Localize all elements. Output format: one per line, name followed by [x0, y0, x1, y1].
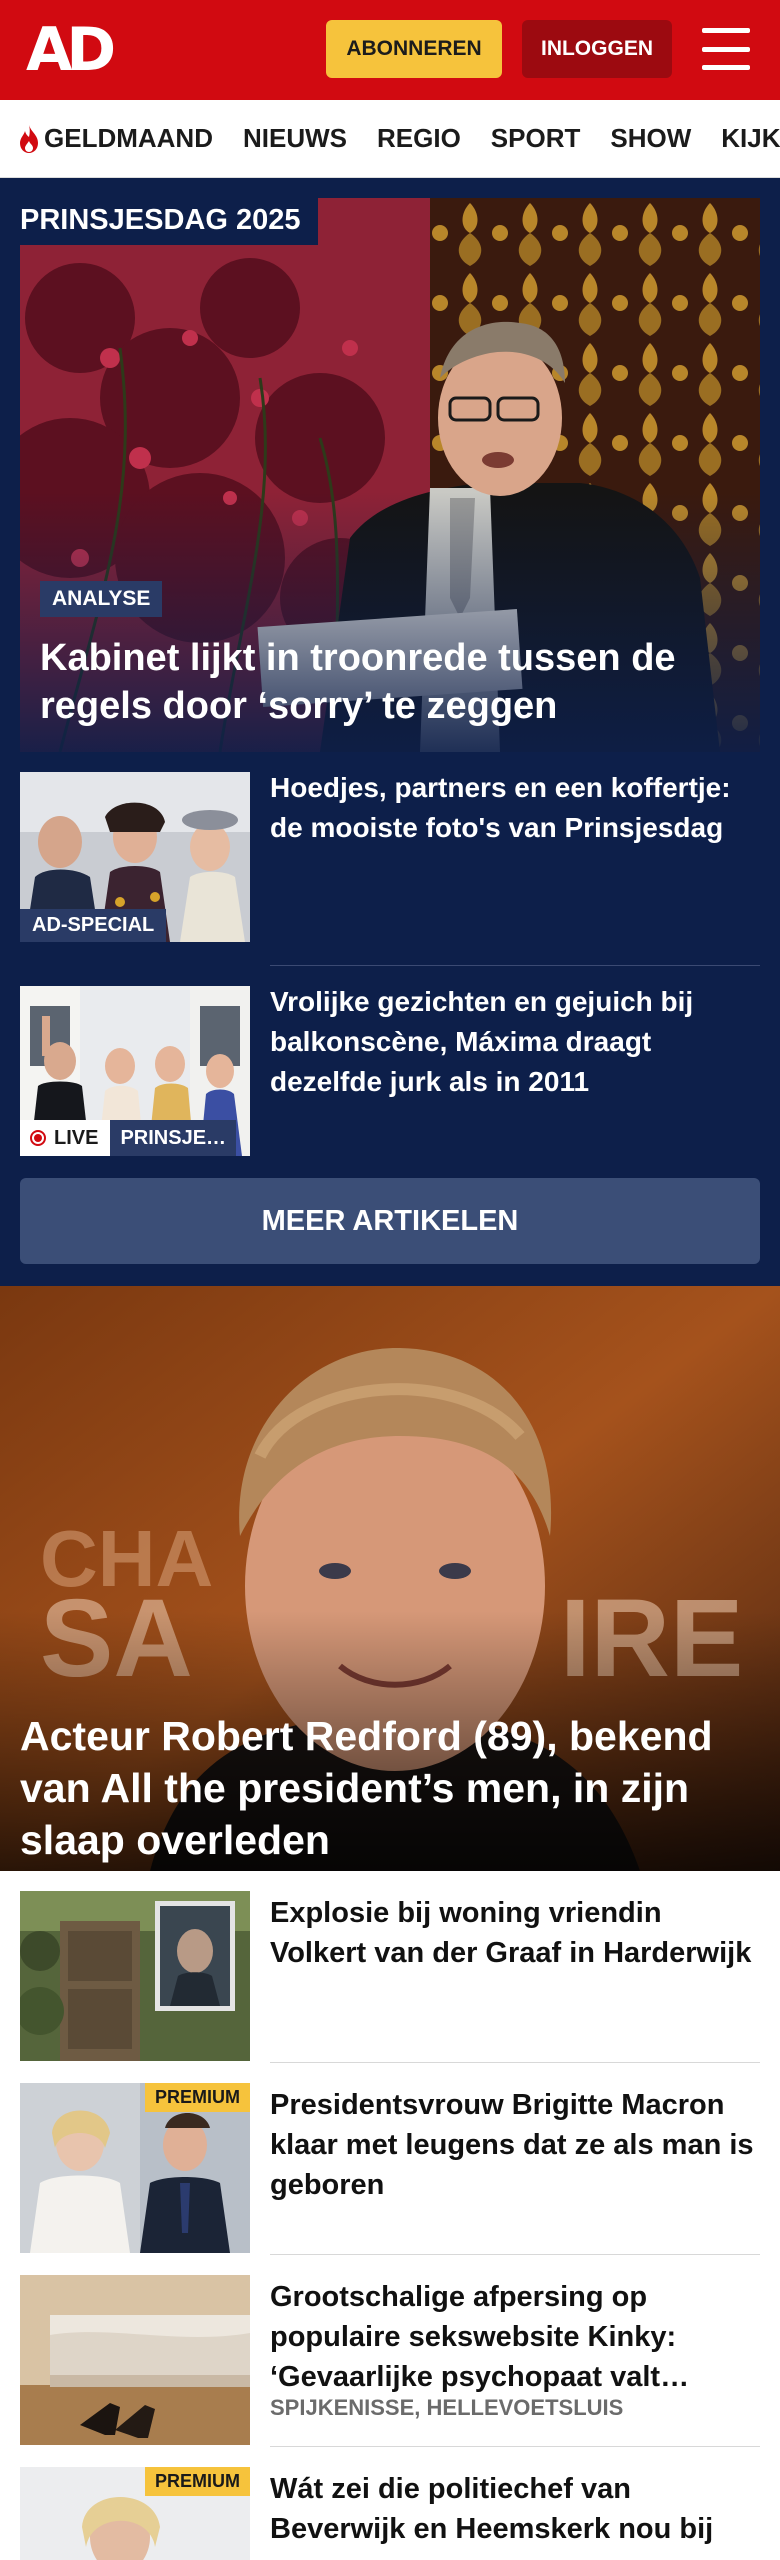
ad-logo[interactable]: AD	[26, 20, 116, 80]
subscribe-button[interactable]: ABONNEREN	[326, 20, 502, 78]
menu-bar	[702, 28, 750, 33]
live-label: LIVE	[20, 1120, 111, 1156]
section-label[interactable]: PRINSJESDAG 2025	[20, 198, 319, 245]
article-thumbnail: LIVE PRINSJE…	[20, 986, 250, 1156]
list-item[interactable]: Explosie bij woning vriendin Volkert van…	[20, 1871, 760, 2063]
more-articles-button[interactable]: MEER ARTIKELEN	[20, 1178, 760, 1264]
analyse-tag: ANALYSE	[40, 581, 163, 617]
top-header: AD ABONNEREN INLOGGEN	[0, 0, 780, 100]
login-button[interactable]: INLOGGEN	[522, 20, 672, 78]
main-nav: GELDMAAND NIEUWS REGIO SPORT SHOW KIJK	[0, 100, 780, 178]
menu-bar	[702, 65, 750, 70]
live-badge: LIVE PRINSJE…	[20, 1120, 237, 1156]
list-item[interactable]: Grootschalige afpersing op populaire sek…	[20, 2255, 760, 2447]
article-list: Explosie bij woning vriendin Volkert van…	[0, 1871, 780, 2560]
list-item[interactable]: PREMIUM Wát zei die politiechef van Beve…	[20, 2447, 760, 2560]
list-item[interactable]: PREMIUM Presidentsvrouw Brigitte Macron …	[20, 2063, 760, 2255]
article-thumbnail: PREMIUM	[20, 2467, 250, 2560]
bed-and-shoes-photo	[20, 2275, 250, 2445]
hero-title[interactable]: Kabinet lijkt in troonrede tussen de reg…	[40, 634, 740, 730]
ad-special-badge: AD-SPECIAL	[20, 909, 167, 942]
article-title[interactable]: Explosie bij woning vriendin Volkert van…	[270, 1893, 760, 1973]
nav-item-kijk[interactable]: KIJK	[721, 123, 780, 154]
live-topic: PRINSJE…	[110, 1120, 237, 1156]
nav-item-regio[interactable]: REGIO	[377, 123, 461, 154]
prinsjesdag-section: PRINSJESDAG 2025 ANALYSE Kabinet lijkt i…	[0, 178, 780, 1286]
hamburger-menu-icon[interactable]	[700, 26, 752, 72]
nav-item-label: GELDMAAND	[44, 123, 213, 153]
live-text: LIVE	[54, 1126, 99, 1149]
article-thumbnail: PREMIUM	[20, 2083, 250, 2253]
feature-title[interactable]: Acteur Robert Redford (89), bekend van A…	[20, 1710, 760, 1866]
nav-item-show[interactable]: SHOW	[610, 123, 691, 154]
nav-item-geldmaand[interactable]: GELDMAAND	[18, 123, 213, 154]
flame-icon	[20, 124, 38, 153]
premium-badge: PREMIUM	[145, 2083, 250, 2112]
location-meta: SPIJKENISSE, HELLEVOETSLUIS	[270, 2395, 624, 2420]
article-title[interactable]: Vrolijke gezichten en gejuich bij balkon…	[270, 982, 760, 1102]
article-title[interactable]: Wát zei die politiechef van Beverwijk en…	[270, 2469, 760, 2549]
nav-item-sport[interactable]: SPORT	[491, 123, 581, 154]
live-dot-icon	[30, 1130, 46, 1146]
article-title[interactable]: Presidentsvrouw Brigitte Macron klaar me…	[270, 2085, 760, 2205]
divider	[270, 965, 760, 966]
article-thumbnail: AD-SPECIAL	[20, 772, 250, 942]
article-title[interactable]: Hoedjes, partners en een koffertje: de m…	[270, 768, 760, 848]
premium-badge: PREMIUM	[145, 2467, 250, 2496]
menu-bar	[702, 46, 750, 52]
hero-article-troonrede[interactable]: PRINSJESDAG 2025 ANALYSE Kabinet lijkt i…	[20, 198, 760, 752]
article-thumbnail	[20, 1891, 250, 2061]
house-door-photo	[20, 1891, 250, 2061]
feature-article-redford[interactable]: CHA SA IRE Acteur Robert Redford (89), b…	[0, 1286, 780, 1871]
nav-item-nieuws[interactable]: NIEUWS	[243, 123, 347, 154]
article-row[interactable]: LIVE PRINSJE… Vrolijke gezichten en geju…	[20, 986, 760, 1200]
article-thumbnail	[20, 2275, 250, 2445]
article-row[interactable]: AD-SPECIAL Hoedjes, partners en een koff…	[20, 772, 760, 986]
article-title[interactable]: Grootschalige afpersing op populaire sek…	[270, 2277, 760, 2397]
